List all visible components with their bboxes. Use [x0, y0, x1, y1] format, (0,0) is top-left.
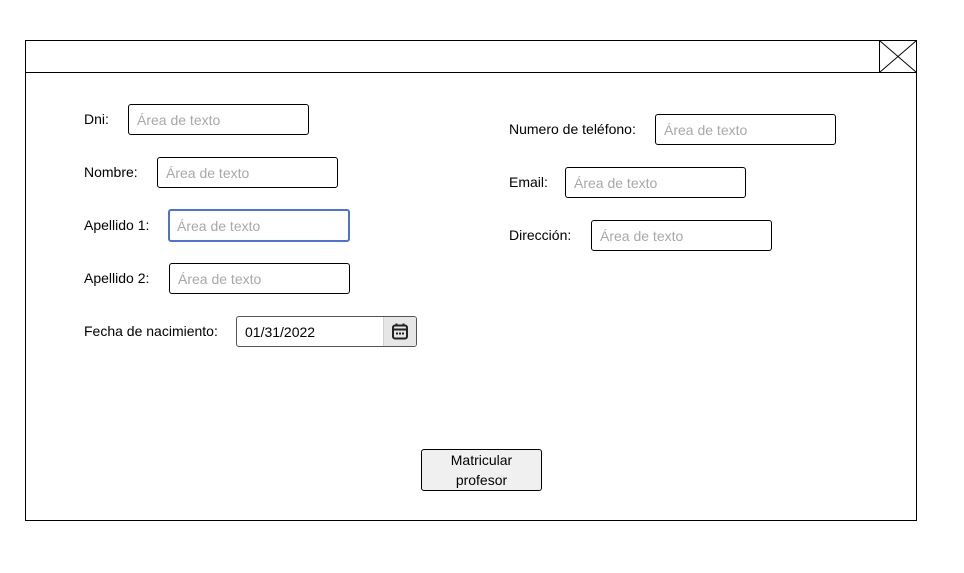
nombre-field[interactable] [157, 157, 338, 188]
button-label-line1: Matricular [450, 452, 513, 468]
nombre-label: Nombre: [84, 164, 138, 180]
direccion-input[interactable] [592, 221, 771, 250]
close-button[interactable] [879, 41, 916, 72]
apellido2-field[interactable] [169, 263, 350, 294]
apellido1-field[interactable] [168, 209, 350, 242]
email-label: Email: [509, 174, 548, 190]
dni-label: Dni: [84, 111, 109, 127]
telefono-field[interactable] [655, 114, 836, 145]
telefono-label: Numero de teléfono: [509, 121, 636, 137]
email-input[interactable] [566, 168, 745, 197]
apellido1-input[interactable] [170, 211, 348, 240]
nombre-input[interactable] [158, 158, 337, 187]
telefono-input[interactable] [656, 115, 835, 144]
dni-input[interactable] [129, 105, 308, 134]
apellido2-label: Apellido 2: [84, 270, 150, 286]
title-bar [26, 41, 916, 73]
direccion-label: Dirección: [509, 227, 572, 243]
dni-field[interactable] [128, 104, 309, 135]
calendar-icon [392, 323, 408, 340]
direccion-field[interactable] [591, 220, 772, 251]
fecha-label: Fecha de nacimiento: [84, 323, 218, 339]
fecha-value[interactable]: 01/31/2022 [245, 324, 315, 340]
calendar-button[interactable] [383, 317, 416, 346]
button-label-line2: profesor [455, 472, 508, 488]
apellido1-label: Apellido 1: [84, 217, 150, 233]
matricular-profesor-button[interactable]: Matricular profesor [421, 449, 542, 491]
apellido2-input[interactable] [170, 264, 349, 293]
email-field[interactable] [565, 167, 746, 198]
close-icon [880, 41, 916, 72]
fecha-date-picker[interactable]: 01/31/2022 [236, 316, 417, 347]
